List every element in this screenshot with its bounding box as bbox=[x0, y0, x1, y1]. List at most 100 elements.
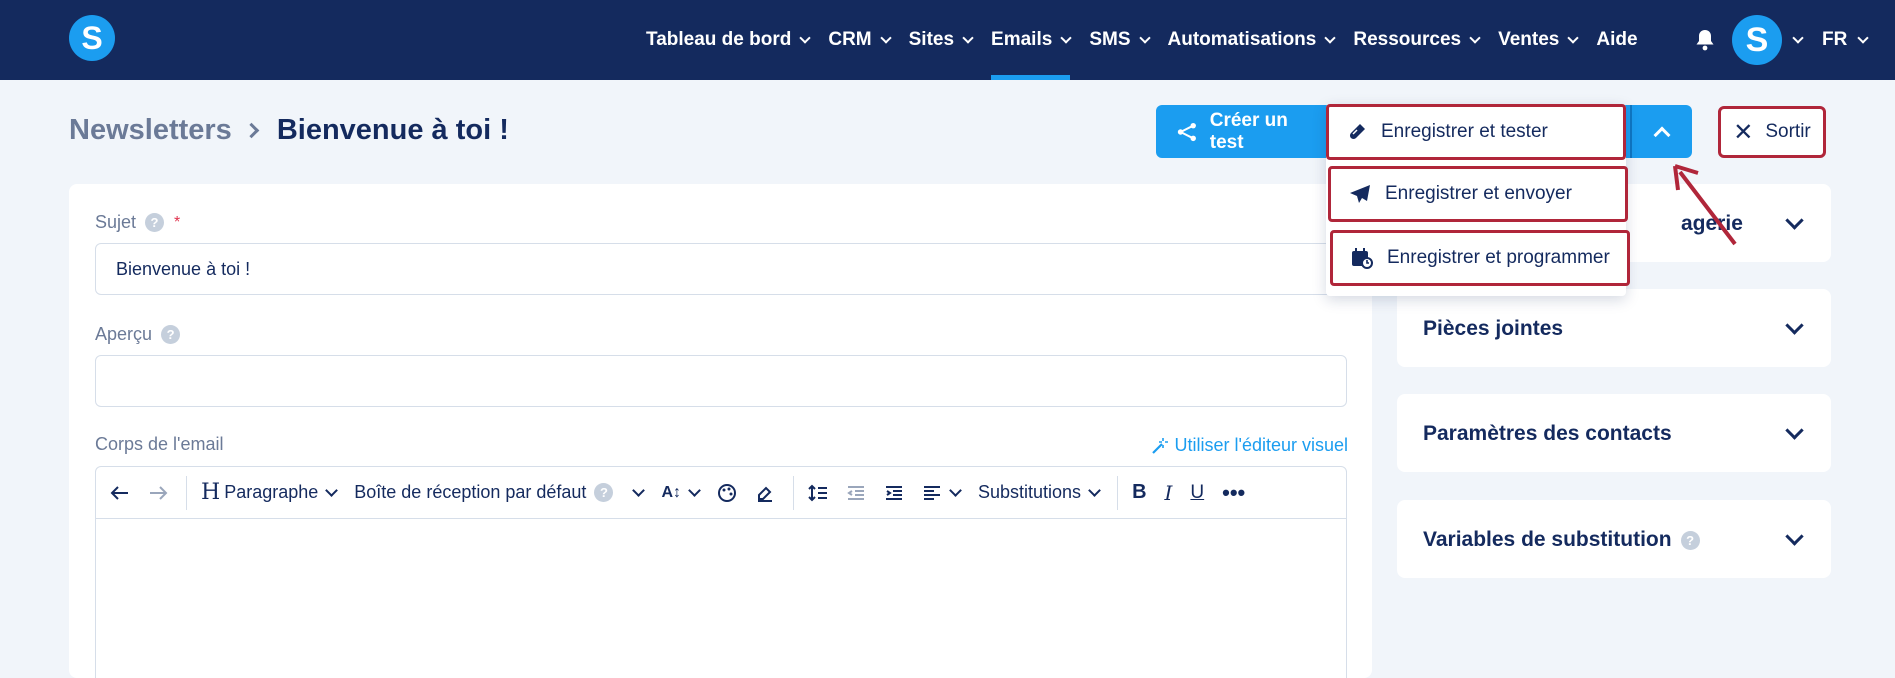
side-panel-attachments-title: Pièces jointes bbox=[1423, 317, 1564, 340]
chevron-down-icon bbox=[1324, 31, 1337, 44]
line-height-icon[interactable] bbox=[808, 467, 828, 519]
toolbar-divider bbox=[1117, 475, 1119, 510]
redo-icon[interactable] bbox=[148, 467, 168, 519]
side-panel-vars-label: Variables de substitution bbox=[1423, 528, 1672, 551]
menu-item-label: Enregistrer et tester bbox=[1381, 121, 1548, 142]
side-panel-attachments[interactable]: Pièces jointes bbox=[1397, 289, 1831, 367]
underline-icon[interactable]: U bbox=[1190, 467, 1204, 519]
subject-value: Bienvenue à toi ! bbox=[116, 258, 251, 279]
subject-input[interactable]: Bienvenue à toi ! bbox=[95, 243, 1347, 295]
chevron-right-icon bbox=[243, 122, 260, 139]
substitutions-select[interactable]: Substitutions bbox=[978, 467, 1101, 519]
side-panel-contact-title: Paramètres des contacts bbox=[1423, 422, 1672, 445]
annotation-arrow-icon bbox=[1673, 164, 1737, 246]
avatar[interactable]: S bbox=[1732, 15, 1782, 65]
create-test-label: Créer un test bbox=[1209, 109, 1288, 153]
top-navbar: S Tableau de bord CRM Sites Emails SMS Automa… bbox=[0, 0, 1895, 80]
indent-icon[interactable] bbox=[884, 467, 904, 519]
help-icon[interactable]: ? bbox=[145, 213, 165, 232]
page-title: Bienvenue à toi ! bbox=[276, 114, 509, 146]
chevron-down-icon bbox=[1138, 31, 1151, 44]
side-panel-contact-settings[interactable]: Paramètres des contacts bbox=[1397, 394, 1831, 472]
magic-wand-icon bbox=[1151, 437, 1168, 454]
account-menu[interactable]: S bbox=[1732, 15, 1804, 65]
save-menu-toggle[interactable] bbox=[1630, 105, 1692, 158]
heading-icon: H bbox=[201, 480, 221, 505]
menu-item-label: Enregistrer et programmer bbox=[1387, 247, 1610, 268]
side-panel-substitution-vars[interactable]: Variables de substitution ? bbox=[1397, 500, 1831, 578]
palette-icon[interactable] bbox=[717, 467, 737, 519]
menu-item-save-send[interactable]: Enregistrer et envoyer bbox=[1328, 166, 1628, 222]
subject-label-row: Sujet ? * bbox=[95, 212, 180, 233]
chevron-down-icon bbox=[1857, 31, 1869, 44]
nav-item-tableau-de-bord[interactable]: Tableau de bord bbox=[646, 0, 812, 80]
nav-right-group: S FR bbox=[1694, 9, 1869, 71]
editor-toolbar: H Paragraphe Boîte de réception par défa… bbox=[96, 467, 1346, 519]
chevron-down-icon bbox=[325, 483, 339, 497]
chevron-down-icon bbox=[688, 483, 701, 497]
language-selector[interactable]: FR bbox=[1822, 29, 1869, 51]
toolbar-divider bbox=[793, 475, 794, 510]
font-size-select[interactable]: A↕ bbox=[661, 467, 701, 519]
close-icon: ✕ bbox=[1733, 118, 1754, 146]
subject-label: Sujet bbox=[95, 212, 137, 232]
app-logo[interactable]: S bbox=[69, 15, 115, 61]
menu-item-save-test[interactable]: Enregistrer et tester bbox=[1326, 104, 1626, 160]
nav-item-ventes[interactable]: Ventes bbox=[1498, 0, 1580, 80]
nav-item-label: Automatisations bbox=[1167, 29, 1317, 50]
nav-item-sites[interactable]: Sites bbox=[909, 0, 974, 80]
nav-item-automatisations[interactable]: Automatisations bbox=[1167, 0, 1337, 80]
main-nav: Tableau de bord CRM Sites Emails SMS Automati… bbox=[646, 0, 1657, 80]
exit-button[interactable]: ✕ Sortir bbox=[1718, 106, 1826, 158]
chevron-down-icon bbox=[1785, 316, 1804, 335]
nav-item-emails[interactable]: Emails bbox=[991, 0, 1072, 80]
share-icon bbox=[1177, 122, 1196, 141]
preview-input[interactable] bbox=[95, 355, 1347, 407]
body-label: Corps de l'email bbox=[95, 434, 224, 454]
chevron-down-icon bbox=[1088, 483, 1101, 497]
visual-editor-link[interactable]: Utiliser l'éditeur visuel bbox=[1151, 435, 1349, 456]
chevron-down-icon bbox=[962, 31, 974, 44]
paragraph-format-select[interactable]: H Paragraphe bbox=[201, 467, 339, 519]
nav-item-label: Aide bbox=[1596, 29, 1638, 50]
help-icon[interactable]: ? bbox=[1680, 530, 1700, 550]
undo-icon[interactable] bbox=[110, 467, 130, 519]
nav-item-aide[interactable]: Aide bbox=[1596, 0, 1637, 80]
create-test-button[interactable]: Créer un test bbox=[1156, 105, 1316, 158]
chevron-down-icon bbox=[1785, 421, 1804, 440]
chevron-down-icon bbox=[1792, 31, 1804, 44]
inbox-select[interactable]: Boîte de réception par défaut ? bbox=[354, 467, 646, 519]
nav-item-label: CRM bbox=[828, 29, 872, 50]
nav-item-label: Emails bbox=[991, 29, 1053, 50]
help-icon[interactable]: ? bbox=[161, 325, 181, 344]
save-dropdown-menu: Enregistrer et tester Enregistrer et env… bbox=[1326, 104, 1630, 296]
chevron-down-icon bbox=[879, 31, 892, 44]
visual-editor-label: Utiliser l'éditeur visuel bbox=[1174, 435, 1349, 455]
menu-item-save-schedule[interactable]: Enregistrer et programmer bbox=[1330, 230, 1630, 286]
more-icon[interactable]: ••• bbox=[1222, 467, 1245, 519]
help-icon[interactable]: ? bbox=[594, 483, 614, 502]
nav-item-crm[interactable]: CRM bbox=[828, 0, 892, 80]
italic-icon[interactable]: I bbox=[1165, 467, 1173, 519]
preview-label-row: Aperçu ? bbox=[95, 324, 181, 345]
outdent-icon[interactable] bbox=[846, 467, 866, 519]
required-marker: * bbox=[174, 213, 181, 231]
email-body-editor[interactable]: H Paragraphe Boîte de réception par défa… bbox=[95, 466, 1347, 678]
font-size-icon: A↕ bbox=[661, 483, 681, 501]
align-select[interactable] bbox=[922, 467, 962, 519]
nav-item-label: Tableau de bord bbox=[646, 29, 792, 50]
test-tube-icon bbox=[1349, 124, 1365, 140]
highlight-icon[interactable] bbox=[755, 467, 775, 519]
menu-item-label: Enregistrer et envoyer bbox=[1385, 183, 1572, 204]
nav-item-label: Ventes bbox=[1498, 29, 1560, 50]
bold-icon[interactable]: B bbox=[1132, 467, 1146, 519]
nav-item-ressources[interactable]: Ressources bbox=[1353, 0, 1481, 80]
chevron-down-icon bbox=[949, 483, 962, 497]
calendar-clock-icon bbox=[1352, 248, 1373, 269]
align-left-icon bbox=[924, 485, 940, 500]
breadcrumb-parent[interactable]: Newsletters bbox=[69, 114, 232, 147]
avatar-letter: S bbox=[1745, 20, 1769, 59]
paragraph-label: Paragraphe bbox=[224, 482, 319, 502]
bell-icon[interactable] bbox=[1694, 29, 1716, 51]
nav-item-sms[interactable]: SMS bbox=[1089, 0, 1151, 80]
